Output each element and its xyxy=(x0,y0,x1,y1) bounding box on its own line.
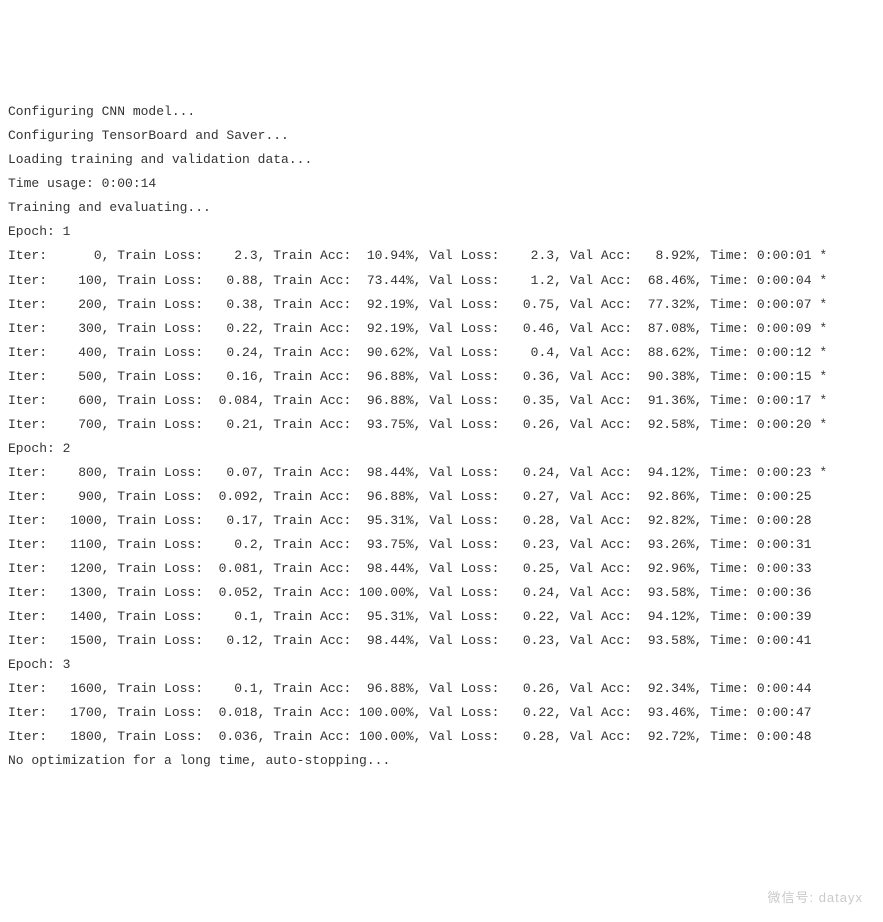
epoch-label: Epoch: 2 xyxy=(8,437,875,461)
log-header-line: Configuring TensorBoard and Saver... xyxy=(8,124,875,148)
epoch-label: Epoch: 1 xyxy=(8,220,875,244)
iter-row: Iter: 1700, Train Loss: 0.018, Train Acc… xyxy=(8,701,875,725)
iter-row: Iter: 200, Train Loss: 0.38, Train Acc: … xyxy=(8,293,875,317)
iter-row: Iter: 800, Train Loss: 0.07, Train Acc: … xyxy=(8,461,875,485)
iter-row: Iter: 1400, Train Loss: 0.1, Train Acc: … xyxy=(8,605,875,629)
iter-row: Iter: 600, Train Loss: 0.084, Train Acc:… xyxy=(8,389,875,413)
log-header-line: Configuring CNN model... xyxy=(8,100,875,124)
iter-row: Iter: 1200, Train Loss: 0.081, Train Acc… xyxy=(8,557,875,581)
iter-row: Iter: 0, Train Loss: 2.3, Train Acc: 10.… xyxy=(8,244,875,268)
terminal-output: Configuring CNN model...Configuring Tens… xyxy=(8,100,875,773)
iter-row: Iter: 1300, Train Loss: 0.052, Train Acc… xyxy=(8,581,875,605)
iter-row: Iter: 1000, Train Loss: 0.17, Train Acc:… xyxy=(8,509,875,533)
iter-row: Iter: 1800, Train Loss: 0.036, Train Acc… xyxy=(8,725,875,749)
iter-row: Iter: 1600, Train Loss: 0.1, Train Acc: … xyxy=(8,677,875,701)
log-header-line: Loading training and validation data... xyxy=(8,148,875,172)
iter-row: Iter: 900, Train Loss: 0.092, Train Acc:… xyxy=(8,485,875,509)
iter-row: Iter: 1500, Train Loss: 0.12, Train Acc:… xyxy=(8,629,875,653)
log-header-line: Time usage: 0:00:14 xyxy=(8,172,875,196)
iter-row: Iter: 400, Train Loss: 0.24, Train Acc: … xyxy=(8,341,875,365)
iter-row: Iter: 100, Train Loss: 0.88, Train Acc: … xyxy=(8,269,875,293)
iter-row: Iter: 300, Train Loss: 0.22, Train Acc: … xyxy=(8,317,875,341)
epoch-label: Epoch: 3 xyxy=(8,653,875,677)
watermark-text: 微信号: datayx xyxy=(767,886,863,910)
log-header-line: Training and evaluating... xyxy=(8,196,875,220)
iter-row: Iter: 1100, Train Loss: 0.2, Train Acc: … xyxy=(8,533,875,557)
log-footer-line: No optimization for a long time, auto-st… xyxy=(8,749,875,773)
iter-row: Iter: 500, Train Loss: 0.16, Train Acc: … xyxy=(8,365,875,389)
iter-row: Iter: 700, Train Loss: 0.21, Train Acc: … xyxy=(8,413,875,437)
